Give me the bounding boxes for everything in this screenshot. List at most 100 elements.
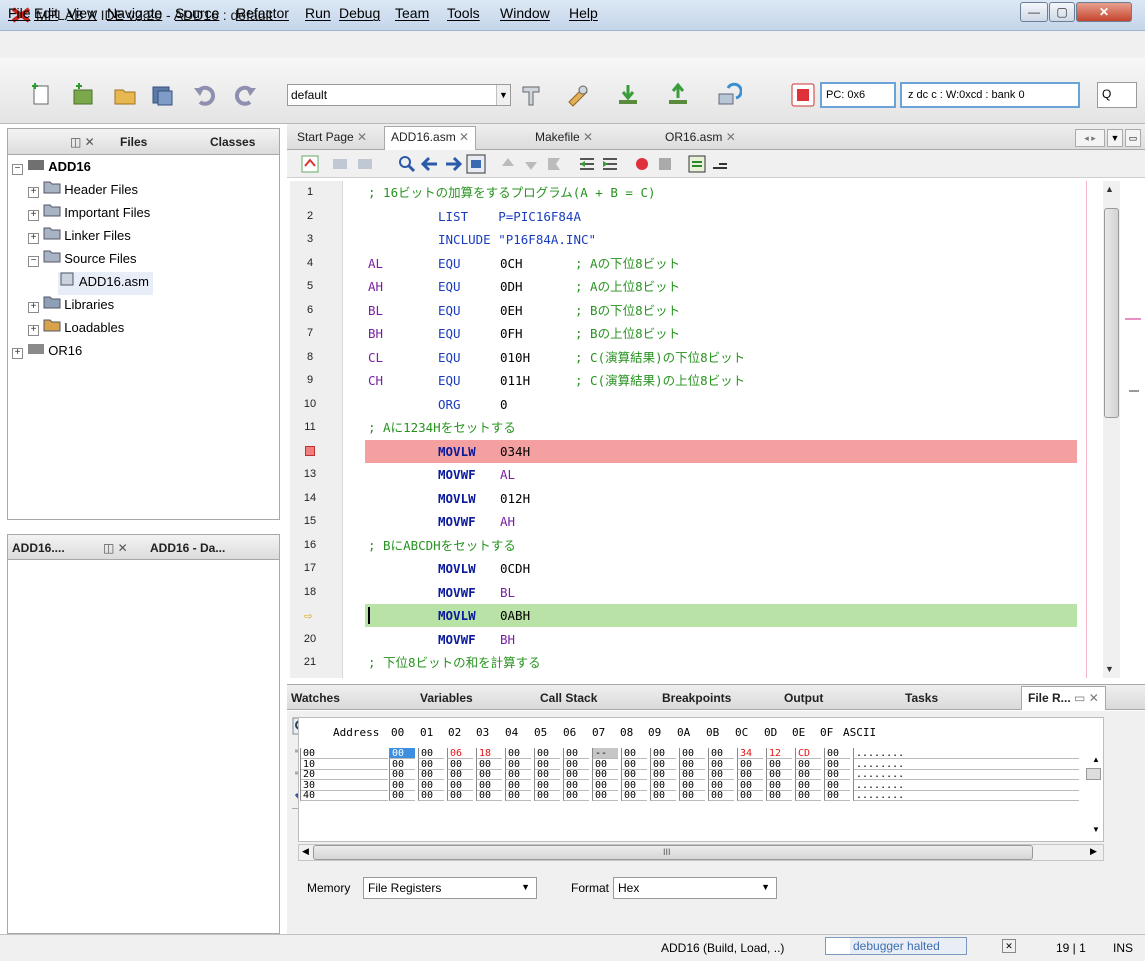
line-number[interactable]: 20: [290, 628, 330, 651]
memory-cell[interactable]: 00: [389, 790, 415, 801]
tab-start-page[interactable]: Start Page ✕: [297, 130, 367, 144]
memory-cell[interactable]: 00: [824, 758, 850, 770]
line-number[interactable]: 13: [290, 463, 330, 486]
memory-cell[interactable]: 00: [679, 790, 705, 801]
line-number[interactable]: 21: [290, 651, 330, 674]
tree-item-add16-asm[interactable]: ADD16.asm: [58, 272, 153, 295]
line-number[interactable]: 18: [290, 581, 330, 604]
code-line[interactable]: 3 INCLUDE "P16F84A.INC": [290, 228, 1102, 252]
memory-cell[interactable]: 00: [766, 769, 792, 780]
memory-cell[interactable]: --: [592, 748, 618, 759]
memory-cell[interactable]: 00: [621, 790, 647, 801]
tree-item-important-files[interactable]: + Important Files: [28, 203, 150, 226]
memory-cell[interactable]: 00: [563, 748, 589, 759]
memory-cell[interactable]: 00: [621, 748, 647, 759]
expand-icon[interactable]: +: [28, 233, 39, 244]
tab-makefile[interactable]: Makefile ✕: [535, 130, 593, 144]
memory-cell[interactable]: 00: [708, 769, 734, 780]
tree-item-source-files[interactable]: − Source Files: [28, 249, 137, 272]
toggle-bookmark-icon[interactable]: [544, 154, 564, 174]
memory-cell[interactable]: 00: [447, 758, 473, 770]
menu-window[interactable]: Window: [500, 5, 550, 21]
memory-cell[interactable]: 00: [766, 758, 792, 770]
tab-list-icon[interactable]: ▼: [1107, 129, 1123, 147]
memory-cell[interactable]: 00: [418, 790, 444, 801]
line-number[interactable]: 17: [290, 557, 330, 580]
editor-scroll-thumb[interactable]: [1104, 208, 1119, 418]
memory-cell[interactable]: 00: [447, 779, 473, 791]
close-icon[interactable]: ▭ ✕: [1074, 691, 1099, 705]
save-all-icon[interactable]: [150, 82, 176, 108]
memory-cell[interactable]: 00: [592, 769, 618, 780]
menu-tools[interactable]: Tools: [447, 5, 480, 21]
tab-scroll-icon[interactable]: ◂ ▸: [1075, 129, 1105, 147]
memory-cell[interactable]: 00: [534, 758, 560, 770]
tree-item-linker-files[interactable]: + Linker Files: [28, 226, 131, 249]
memory-cell[interactable]: 00: [737, 779, 763, 791]
memory-cell[interactable]: 00: [795, 758, 821, 770]
memory-cell[interactable]: 00: [563, 769, 589, 780]
shift-left-icon[interactable]: [577, 154, 597, 174]
chevron-down-icon[interactable]: ▼: [761, 882, 770, 892]
tab-watches[interactable]: Watches: [291, 691, 340, 705]
code-line[interactable]: 1 ; 16ビットの加算をするプログラム(A + B = C): [290, 181, 1102, 205]
memory-cell[interactable]: 00: [708, 790, 734, 801]
close-icon[interactable]: ✕: [583, 130, 593, 144]
memory-cell[interactable]: 00: [795, 790, 821, 801]
memory-cell[interactable]: 00: [621, 758, 647, 770]
code-line[interactable]: 10 ORG 0: [290, 393, 1102, 417]
format-select[interactable]: Hex ▼: [613, 877, 777, 899]
line-number[interactable]: 7: [290, 322, 330, 345]
error-stripe[interactable]: [1121, 181, 1145, 678]
find-icon[interactable]: [397, 154, 417, 174]
code-line[interactable]: MOVLW 034H: [290, 439, 1102, 464]
minimize-panel-icon[interactable]: ◫ ✕: [70, 135, 95, 149]
expand-icon[interactable]: +: [28, 325, 39, 336]
menu-file[interactable]: File: [8, 5, 31, 21]
build-hammer-icon[interactable]: [518, 82, 544, 108]
open-project-icon[interactable]: [112, 82, 138, 108]
memory-cell[interactable]: 00: [476, 758, 502, 770]
source-history-icon[interactable]: [300, 154, 320, 174]
find-previous-icon[interactable]: [420, 154, 440, 174]
line-number[interactable]: 6: [290, 299, 330, 322]
memory-cell[interactable]: 00: [824, 769, 850, 780]
code-line[interactable]: 16 ; BにABCDHをセットする: [290, 534, 1102, 558]
code-line[interactable]: 15 MOVWF AH: [290, 510, 1102, 534]
memory-cell[interactable]: 00: [679, 748, 705, 759]
menu-navigate[interactable]: Navigate: [107, 5, 162, 21]
uncomment-icon[interactable]: [710, 154, 730, 174]
tree-item-or16[interactable]: + OR16: [12, 341, 82, 364]
tab-call-stack[interactable]: Call Stack: [540, 691, 597, 705]
memory-cell[interactable]: 00: [534, 748, 560, 759]
line-number[interactable]: 14: [290, 487, 330, 510]
line-number[interactable]: 9: [290, 369, 330, 392]
back-icon[interactable]: [330, 154, 350, 174]
memory-cell[interactable]: 12: [766, 748, 792, 759]
maximize-button[interactable]: ▢: [1049, 2, 1075, 22]
code-line[interactable]: 18 MOVWF BL: [290, 581, 1102, 605]
code-line[interactable]: 9 CH EQU 011H ; C(演算結果)の上位8ビット: [290, 369, 1102, 393]
collapse-icon[interactable]: −: [28, 256, 39, 267]
expand-icon[interactable]: +: [28, 302, 39, 313]
memory-cell[interactable]: 00: [505, 779, 531, 791]
tab-file-registers[interactable]: File R... ▭ ✕: [1021, 686, 1106, 710]
memory-cell[interactable]: 00: [476, 769, 502, 780]
chevron-down-icon[interactable]: ▼: [521, 882, 530, 892]
menu-source[interactable]: Source: [175, 5, 219, 21]
memory-cell[interactable]: 00: [418, 769, 444, 780]
memory-cell[interactable]: 00: [592, 790, 618, 801]
memory-cell[interactable]: 00: [447, 769, 473, 780]
menu-refactor[interactable]: Refactor: [236, 5, 289, 21]
menu-help[interactable]: Help: [569, 5, 598, 21]
menu-edit[interactable]: Edit: [34, 5, 58, 21]
memory-cell[interactable]: 00: [708, 758, 734, 770]
line-number[interactable]: 11: [290, 416, 330, 439]
tab-navigator[interactable]: ADD16....: [12, 541, 65, 555]
search-input[interactable]: Q: [1097, 82, 1137, 108]
memory-cell[interactable]: 00: [650, 779, 676, 791]
memory-cell[interactable]: 00: [476, 779, 502, 791]
memory-cell[interactable]: 00: [505, 790, 531, 801]
memory-cell[interactable]: 00: [737, 790, 763, 801]
memory-cell[interactable]: 00: [534, 769, 560, 780]
